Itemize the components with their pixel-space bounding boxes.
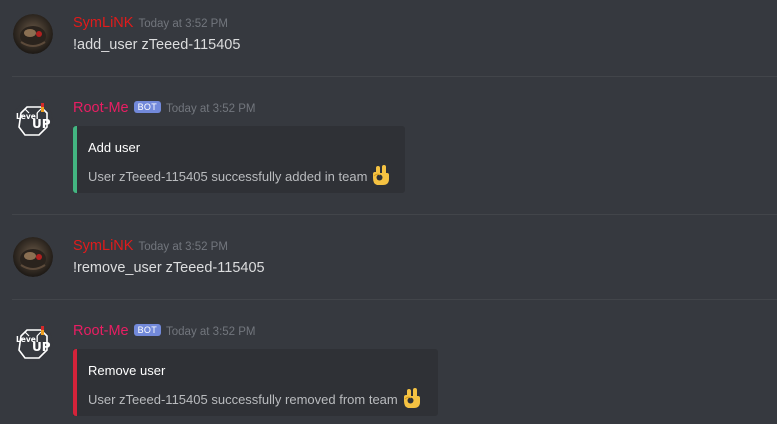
embed-color-bar xyxy=(73,349,77,416)
bot-badge: BOT xyxy=(133,101,162,113)
timestamp: Today at 3:52 PM xyxy=(138,18,228,30)
avatar-symlink[interactable] xyxy=(13,237,53,277)
avatar-root-me[interactable]: Level UP xyxy=(13,322,53,362)
message-divider xyxy=(12,214,777,215)
embed-description-text: User zTeeed-115405 successfully removed … xyxy=(88,392,398,407)
timestamp: Today at 3:52 PM xyxy=(138,241,228,253)
level-up-logo-icon: Level UP xyxy=(14,323,52,361)
ok-hand-icon xyxy=(402,387,422,415)
embed-title: Remove user xyxy=(88,363,166,378)
embed-description: User zTeeed-115405 successfully removed … xyxy=(88,387,422,415)
embed-card: Remove user User zTeeed-115405 successfu… xyxy=(73,349,438,416)
embed-description-text: User zTeeed-115405 successfully added in… xyxy=(88,169,368,184)
message-text: !add_user zTeeed-115405 xyxy=(73,37,241,53)
username[interactable]: Root-Me xyxy=(73,100,129,116)
chat-messages: SymLiNK Today at 3:52 PM !add_user zTeeed… xyxy=(0,0,777,424)
svg-text:UP: UP xyxy=(32,340,51,354)
username[interactable]: Root-Me xyxy=(73,323,129,339)
timestamp: Today at 3:52 PM xyxy=(166,103,256,115)
bot-badge: BOT xyxy=(133,324,162,336)
message-header: SymLiNK Today at 3:52 PM xyxy=(73,237,228,255)
avatar-root-me[interactable]: Level UP xyxy=(13,99,53,139)
timestamp: Today at 3:52 PM xyxy=(166,326,256,338)
svg-text:UP: UP xyxy=(32,117,51,131)
message-divider xyxy=(12,299,777,300)
message-divider xyxy=(12,76,777,77)
message-header: Root-Me BOT Today at 3:52 PM xyxy=(73,322,256,340)
avatar-symlink[interactable] xyxy=(13,14,53,54)
message-header: Root-Me BOT Today at 3:52 PM xyxy=(73,99,256,117)
message-header: SymLiNK Today at 3:52 PM xyxy=(73,14,228,32)
embed-description: User zTeeed-115405 successfully added in… xyxy=(88,164,391,192)
message-text: !remove_user zTeeed-115405 xyxy=(73,260,265,276)
embed-title: Add user xyxy=(88,140,141,155)
level-up-logo-icon: Level UP xyxy=(14,100,52,138)
ok-hand-icon xyxy=(371,164,391,192)
embed-color-bar xyxy=(73,126,77,193)
username[interactable]: SymLiNK xyxy=(73,238,133,254)
username[interactable]: SymLiNK xyxy=(73,15,133,31)
embed-card: Add user User zTeeed-115405 successfully… xyxy=(73,126,405,193)
